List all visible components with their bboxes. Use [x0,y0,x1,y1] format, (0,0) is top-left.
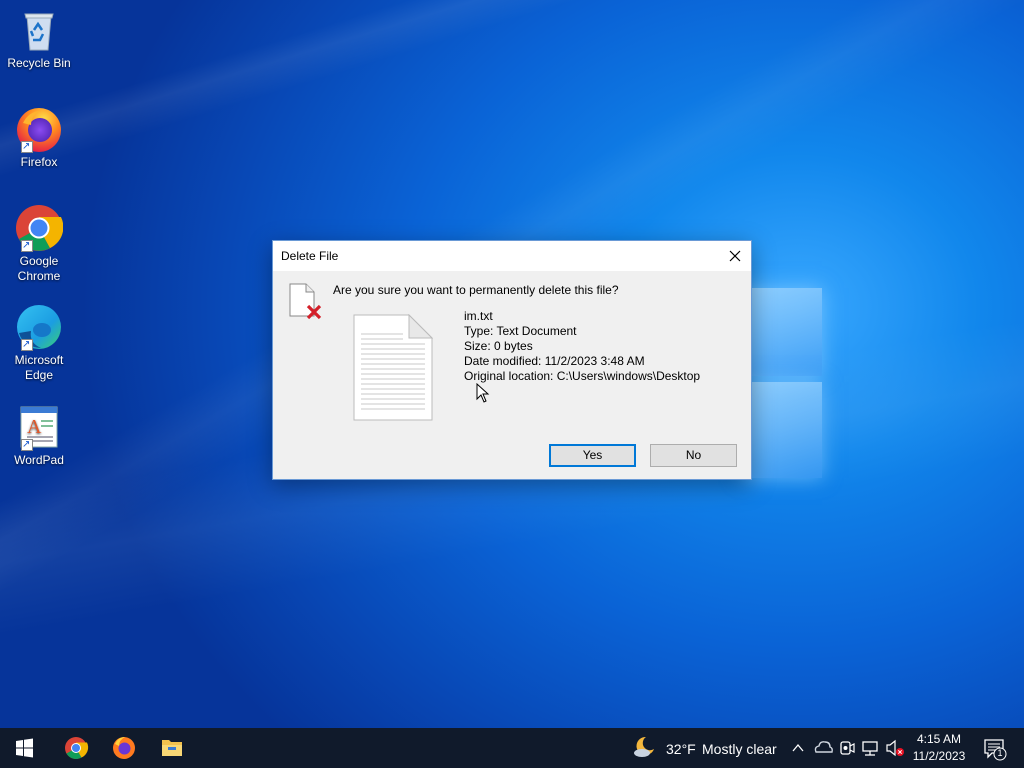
network-button[interactable] [860,728,880,768]
volume-muted-icon [886,739,904,757]
desktop-icon-recycle-bin[interactable]: Recycle Bin [4,6,74,71]
desktop-icon-wordpad[interactable]: A WordPad [4,403,74,468]
shortcut-arrow-icon [21,139,33,154]
edge-icon [15,303,63,352]
chrome-icon [65,737,89,759]
firefox-icon [15,105,63,154]
wallpaper-windows-logo [740,288,824,480]
delete-file-dialog: Delete File Are you sure you want to per… [272,240,752,480]
taskbar: 32°F Mostly clear 4:15 AM 11/2/2023 1 [0,728,1024,768]
file-original-location: Original location: C:\Users\windows\Desk… [464,369,701,383]
start-button[interactable] [0,728,48,768]
show-hidden-icons-button[interactable] [788,728,808,768]
meet-now-button[interactable] [838,728,856,768]
recycle-bin-icon [15,6,63,54]
close-icon [729,250,741,262]
shortcut-arrow-icon [21,437,33,452]
chevron-up-icon [792,743,804,752]
weather-temperature: 32°F [666,741,696,757]
close-button[interactable] [719,241,751,271]
taskbar-file-explorer-button[interactable] [148,728,196,768]
desktop-icon-label: Recycle Bin [7,56,71,70]
weather-condition: Mostly clear [702,741,777,757]
file-explorer-icon [162,740,182,756]
document-thumbnail [353,313,434,421]
shortcut-arrow-icon [21,337,33,352]
no-button[interactable]: No [650,444,737,467]
desktop-icon-chrome[interactable]: Google Chrome [4,204,74,284]
dialog-question: Are you sure you want to permanently del… [333,283,619,297]
file-date-modified: Date modified: 11/2/2023 3:48 AM [464,354,645,368]
clock-time: 4:15 AM [916,732,962,746]
file-size: Size: 0 bytes [464,339,533,353]
network-icon [862,741,878,756]
desktop-icon-firefox[interactable]: Firefox [4,105,74,170]
weather-widget[interactable]: 32°F Mostly clear [630,728,780,768]
taskbar-firefox-button[interactable] [100,728,148,768]
taskbar-chrome-button[interactable] [52,728,100,768]
dialog-titlebar[interactable]: Delete File [273,241,751,271]
svg-text:A: A [27,416,42,438]
desktop-icon-label: Microsoft Edge [14,353,64,382]
onedrive-button[interactable] [812,728,834,768]
file-details: im.txt Type: Text Document Size: 0 bytes… [464,309,700,384]
moon-cloud-icon [634,736,654,757]
mouse-cursor-icon [476,382,490,403]
action-center-button[interactable]: 1 [978,728,1018,768]
dialog-title: Delete File [281,249,339,263]
firefox-icon [113,737,135,759]
clock-date: 11/2/2023 [912,749,966,763]
onedrive-icon [814,741,833,753]
clock[interactable]: 4:15 AM 11/2/2023 [908,728,970,768]
file-type: Type: Text Document [464,324,577,338]
desktop-icon-label: WordPad [14,453,64,467]
desktop-icon-label: Firefox [20,155,58,169]
desktop-icon-edge[interactable]: Microsoft Edge [4,303,74,383]
meet-now-icon [840,741,855,755]
volume-button[interactable] [884,728,906,768]
desktop-icon-label: Google Chrome [17,254,61,283]
file-name: im.txt [464,309,493,323]
notification-count: 1 [997,748,1003,758]
yes-button[interactable]: Yes [549,444,636,467]
delete-file-icon [289,283,323,321]
start-icon [16,738,33,758]
chrome-icon [15,204,64,253]
shortcut-arrow-icon [21,238,33,253]
wordpad-icon: A [15,403,63,452]
